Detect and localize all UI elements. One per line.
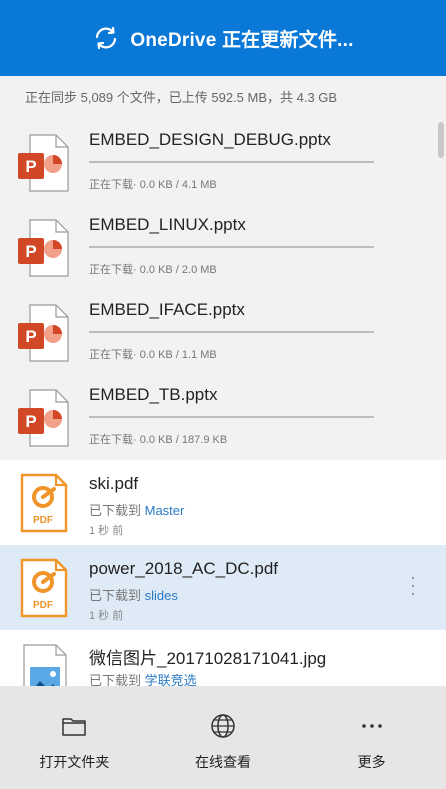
powerpoint-file-icon: P	[18, 389, 69, 447]
more-label: 更多	[357, 754, 386, 770]
download-location: 已下载到 学联竞选	[89, 670, 197, 686]
download-status: 正在下载· 0.0 KB / 187.9 KB	[89, 434, 228, 446]
pdf-file-icon: PDF	[20, 473, 68, 533]
svg-text:PDF: PDF	[33, 515, 53, 526]
downloaded-to-label: 已下载到	[89, 673, 145, 686]
pdf-file-icon: PDF	[20, 558, 68, 618]
header-bar: OneDrive 正在更新文件...	[0, 0, 446, 76]
svg-text:P: P	[25, 327, 36, 346]
download-status: 正在下载· 0.0 KB / 2.0 MB	[89, 264, 217, 276]
bottom-toolbar: 打开文件夹 在线查看 更多	[0, 686, 446, 789]
more-button[interactable]: 更多	[297, 686, 446, 789]
list-item-selected[interactable]: PDF power_2018_AC_DC.pdf 已下载到 slides 1 秒…	[0, 545, 446, 630]
folder-icon	[62, 718, 87, 736]
download-progress-bar	[89, 246, 374, 248]
download-progress-bar	[89, 331, 374, 333]
download-location: 已下载到 Master	[89, 500, 184, 519]
file-list[interactable]: P EMBED_DESIGN_DEBUG.pptx 正在下载· 0.0 KB /…	[0, 120, 446, 686]
powerpoint-file-icon: P	[18, 134, 69, 192]
download-location: 已下载到 slides	[89, 585, 178, 604]
scrollbar-thumb[interactable]	[438, 122, 444, 158]
sync-icon	[96, 26, 117, 50]
image-file-icon	[23, 644, 67, 686]
file-name: EMBED_DESIGN_DEBUG.pptx	[89, 130, 331, 149]
file-name: EMBED_TB.pptx	[89, 385, 218, 404]
file-name: 微信图片_20171028171041.jpg	[89, 649, 327, 668]
header-title: OneDrive 正在更新文件...	[130, 29, 354, 51]
list-item[interactable]: P EMBED_DESIGN_DEBUG.pptx 正在下载· 0.0 KB /…	[0, 120, 446, 205]
list-item[interactable]: P EMBED_TB.pptx 正在下载· 0.0 KB / 187.9 KB	[0, 375, 446, 460]
folder-link[interactable]: Master	[145, 503, 185, 518]
open-folder-button[interactable]: 打开文件夹	[0, 686, 149, 789]
open-folder-label: 打开文件夹	[39, 754, 110, 770]
list-item[interactable]: P EMBED_IFACE.pptx 正在下载· 0.0 KB / 1.1 MB	[0, 290, 446, 375]
downloaded-to-label: 已下载到	[89, 588, 145, 603]
file-name: ski.pdf	[89, 474, 139, 493]
list-item[interactable]: P EMBED_LINUX.pptx 正在下载· 0.0 KB / 2.0 MB	[0, 205, 446, 290]
globe-icon	[211, 714, 235, 738]
download-progress-bar	[89, 161, 374, 163]
download-status: 正在下载· 0.0 KB / 4.1 MB	[89, 179, 217, 191]
view-online-button[interactable]: 在线查看	[149, 686, 298, 789]
view-online-label: 在线查看	[195, 754, 251, 770]
svg-text:P: P	[25, 242, 36, 261]
file-name: power_2018_AC_DC.pdf	[89, 559, 279, 578]
file-name: EMBED_IFACE.pptx	[89, 300, 245, 319]
powerpoint-file-icon: P	[18, 219, 69, 277]
download-status: 正在下载· 0.0 KB / 1.1 MB	[89, 349, 217, 361]
svg-text:P: P	[25, 157, 36, 176]
svg-text:P: P	[25, 412, 36, 431]
folder-link[interactable]: 学联竞选	[145, 673, 197, 686]
sync-summary: 正在同步 5,089 个文件，已上传 592.5 MB，共 4.3 GB	[0, 76, 446, 120]
folder-link[interactable]: slides	[145, 588, 178, 603]
more-horizontal-icon	[361, 724, 382, 728]
downloaded-to-label: 已下载到	[89, 503, 145, 518]
list-item[interactable]: 微信图片_20171028171041.jpg 已下载到 学联竞选	[0, 630, 446, 686]
download-progress-bar	[89, 416, 374, 418]
svg-text:PDF: PDF	[33, 600, 53, 611]
powerpoint-file-icon: P	[18, 304, 69, 362]
file-name: EMBED_LINUX.pptx	[89, 215, 246, 234]
download-time: 1 秒 前	[89, 525, 124, 537]
download-time: 1 秒 前	[89, 610, 124, 622]
list-item[interactable]: PDF ski.pdf 已下载到 Master 1 秒 前	[0, 460, 446, 545]
more-options-icon[interactable]: · · ·	[408, 568, 418, 602]
